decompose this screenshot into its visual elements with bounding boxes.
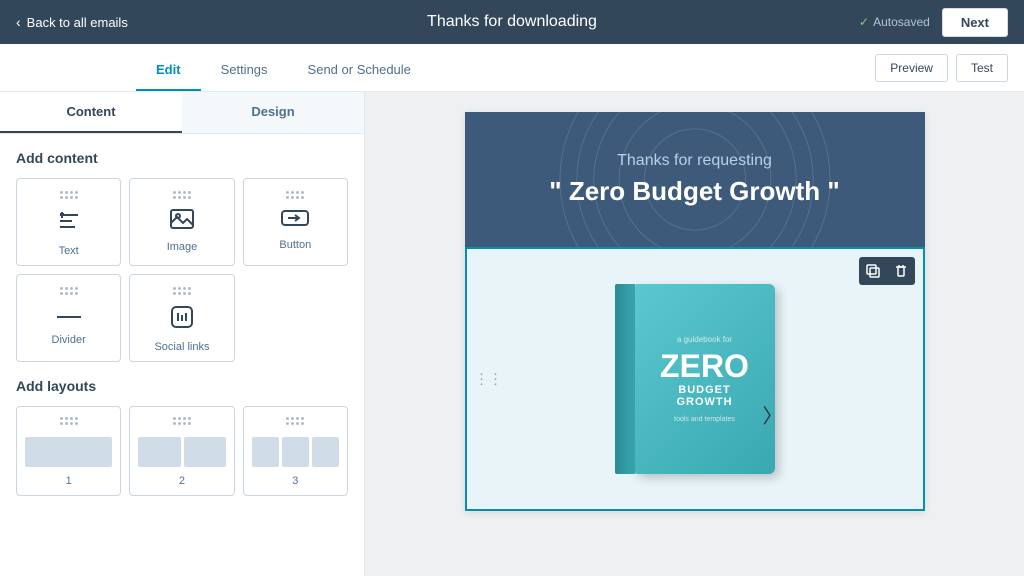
layout-3-preview (252, 437, 339, 467)
drag-dots (173, 417, 191, 425)
content-item-text[interactable]: Text (16, 178, 121, 266)
section-drag-handle[interactable]: ⋮⋮ (475, 371, 503, 388)
book-budget-label: BUDGET GROWTH (651, 384, 759, 408)
content-item-button[interactable]: Button (243, 178, 348, 266)
email-hero: Thanks for requesting " Zero Budget Grow… (465, 112, 925, 247)
main-layout: Content Design Add content (0, 92, 1024, 576)
button-icon (281, 209, 309, 233)
autosaved-status: ✓ Autosaved (859, 15, 930, 29)
content-item-social-links[interactable]: Social links (129, 274, 234, 362)
book-illustration: a guidebook for ZERO BUDGET GROWTH tools… (585, 249, 805, 509)
book-guidebook-label: a guidebook for (677, 335, 732, 344)
test-button[interactable]: Test (956, 54, 1008, 82)
email-book-section[interactable]: ⋮⋮ (465, 247, 925, 511)
panel-tab-content[interactable]: Content (0, 92, 182, 133)
divider-item-label: Divider (52, 334, 86, 346)
email-preview: Thanks for requesting " Zero Budget Grow… (465, 112, 925, 511)
drag-dots (286, 417, 304, 425)
button-item-label: Button (279, 239, 311, 251)
layout-item-2[interactable]: 2 (129, 406, 234, 496)
text-icon (57, 209, 81, 239)
social-links-icon (170, 305, 194, 335)
tab-settings[interactable]: Settings (201, 62, 288, 91)
back-link-label: Back to all emails (27, 15, 128, 30)
layout-3-label: 3 (292, 475, 298, 487)
panel-body: Add content (0, 134, 364, 512)
checkmark-icon: ✓ (859, 15, 869, 29)
tab-actions: Preview Test (875, 54, 1008, 82)
drag-dots (60, 417, 78, 425)
image-item-label: Image (167, 241, 198, 253)
add-layouts-title: Add layouts (16, 378, 348, 394)
nav-title: Thanks for downloading (427, 13, 597, 31)
content-items-grid-2: Divider (16, 274, 348, 362)
left-panel: Content Design Add content (0, 92, 365, 576)
layout-1-preview (25, 437, 112, 467)
preview-button[interactable]: Preview (875, 54, 948, 82)
social-links-item-label: Social links (154, 341, 209, 353)
layout-item-1[interactable]: 1 (16, 406, 121, 496)
layout-2-label: 2 (179, 475, 185, 487)
section-toolbar (859, 257, 915, 285)
book-tools-label: tools and templates (674, 416, 735, 423)
back-arrow-icon: ‹ (16, 14, 21, 30)
tab-edit[interactable]: Edit (136, 62, 201, 91)
panel-tab-design[interactable]: Design (182, 92, 364, 133)
hero-subtext: Thanks for requesting (495, 152, 895, 170)
content-items-grid: Text Image (16, 178, 348, 266)
tab-send-or-schedule[interactable]: Send or Schedule (288, 62, 431, 91)
book-front: a guidebook for ZERO BUDGET GROWTH tools… (635, 284, 775, 474)
drag-dots (173, 287, 191, 295)
book-zero-label: ZERO (660, 350, 749, 382)
panel-tabs: Content Design (0, 92, 364, 134)
hero-maintext: " Zero Budget Growth " (495, 176, 895, 207)
canvas-area: Thanks for requesting " Zero Budget Grow… (365, 92, 1024, 576)
add-content-title: Add content (16, 150, 348, 166)
book-3d: a guidebook for ZERO BUDGET GROWTH tools… (615, 279, 775, 479)
book-spine (615, 284, 635, 474)
top-nav: ‹ Back to all emails Thanks for download… (0, 0, 1024, 44)
tabs-container: Edit Settings Send or Schedule (16, 44, 431, 91)
image-icon (170, 209, 194, 235)
next-button[interactable]: Next (942, 8, 1008, 37)
layouts-grid: 1 2 (16, 406, 348, 496)
divider-icon (55, 305, 83, 328)
content-item-divider[interactable]: Divider (16, 274, 121, 362)
layout-2-preview (138, 437, 225, 467)
layout-1-label: 1 (66, 475, 72, 487)
text-item-label: Text (59, 245, 79, 257)
tab-bar: Edit Settings Send or Schedule Preview T… (0, 44, 1024, 92)
content-item-image[interactable]: Image (129, 178, 234, 266)
drag-dots (286, 191, 304, 199)
layout-item-3[interactable]: 3 (243, 406, 348, 496)
drag-dots (173, 191, 191, 199)
drag-dots (60, 191, 78, 199)
drag-dots (60, 287, 78, 295)
copy-section-button[interactable] (861, 259, 885, 283)
back-link[interactable]: ‹ Back to all emails (16, 14, 128, 30)
delete-section-button[interactable] (889, 259, 913, 283)
nav-right: ✓ Autosaved Next (859, 8, 1008, 37)
